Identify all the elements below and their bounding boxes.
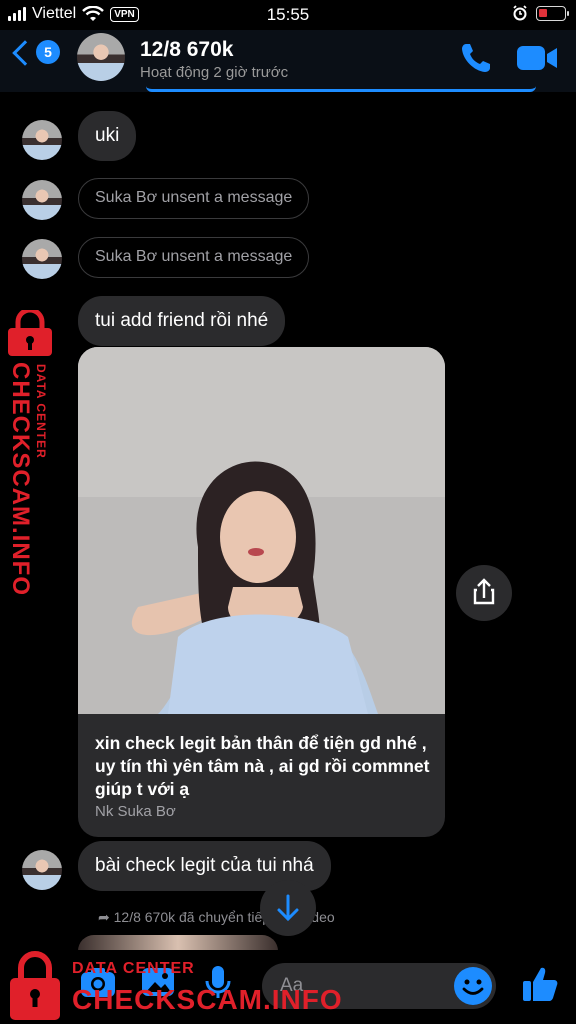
scroll-down-button[interactable]: [260, 880, 316, 936]
status-right: [512, 5, 569, 21]
unread-badge: 5: [36, 40, 60, 64]
microphone-icon[interactable]: [198, 962, 238, 1002]
status-bar: Viettel VPN 15:55: [0, 0, 576, 30]
sender-avatar[interactable]: [22, 120, 62, 160]
watermark-side-big: CHECKSCAM.INFO: [7, 362, 34, 596]
chat-header: 5 12/8 670k Hoạt động 2 giờ trước: [0, 30, 576, 92]
unsent-message: Suka Bơ unsent a message: [78, 178, 310, 219]
watermark-side-small: DATA CENTER: [34, 364, 48, 459]
sender-avatar[interactable]: [22, 850, 62, 890]
sender-avatar[interactable]: [22, 180, 62, 220]
share-button[interactable]: [456, 565, 512, 621]
watermark-side: CHECKSCAM.INFO DATA CENTER: [0, 310, 60, 596]
header-divider: [146, 86, 536, 92]
status-time: 15:55: [266, 5, 310, 24]
sender-avatar[interactable]: [22, 239, 62, 279]
image-icon[interactable]: [138, 962, 178, 1002]
message-bubble[interactable]: tui add friend rồi nhé: [78, 296, 286, 346]
emoji-icon: [462, 979, 484, 995]
emoji-button[interactable]: [454, 967, 492, 1005]
thumbs-up-icon[interactable]: [520, 964, 560, 1004]
contact-name[interactable]: 12/8 670k: [140, 38, 233, 62]
video-camera-icon[interactable]: [516, 44, 558, 72]
post-photo[interactable]: [78, 347, 445, 714]
back-button[interactable]: 5: [12, 40, 62, 76]
alarm-icon: [513, 5, 527, 21]
arrow-down-icon: [277, 894, 299, 922]
active-status: Hoạt động 2 giờ trước: [140, 64, 289, 81]
back-chevron-icon: [12, 40, 38, 66]
unsent-message: Suka Bơ unsent a message: [78, 237, 310, 278]
post-caption: xin check legit bản thân để tiện gd nhé …: [95, 733, 430, 799]
message-input[interactable]: [280, 963, 440, 1009]
post-author: Nk Suka Bơ: [95, 803, 176, 820]
camera-icon[interactable]: [78, 962, 118, 1002]
shared-post-card[interactable]: xin check legit bản thân để tiện gd nhé …: [78, 347, 445, 837]
forward-arrow-icon: ➦: [98, 909, 114, 925]
phone-icon[interactable]: [458, 40, 494, 76]
message-bubble[interactable]: uki: [78, 111, 137, 161]
share-icon: [473, 578, 495, 605]
contact-avatar[interactable]: [77, 33, 125, 81]
lock-icon: [8, 310, 52, 356]
battery-icon: [536, 5, 569, 21]
